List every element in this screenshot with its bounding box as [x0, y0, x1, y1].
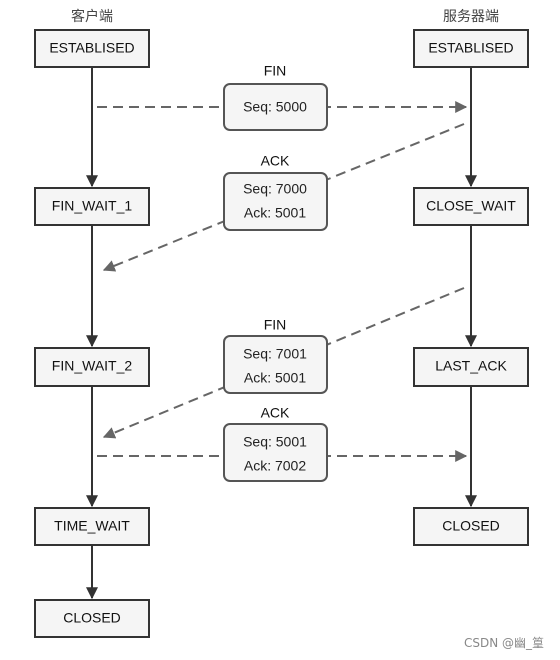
message-4-box: Seq: 5001 Ack: 7002: [223, 423, 328, 482]
svg-text:Ack: 7002: Ack: 7002: [244, 458, 306, 474]
svg-text:FIN_WAIT_1: FIN_WAIT_1: [52, 198, 133, 214]
message-3-box: Seq: 7001 Ack: 5001: [223, 335, 328, 394]
server-state-last-ack: LAST_ACK: [413, 347, 529, 387]
svg-text:CLOSED: CLOSED: [63, 610, 121, 626]
svg-text:FIN_WAIT_2: FIN_WAIT_2: [52, 358, 133, 374]
message-1-box: Seq: 5000: [223, 83, 328, 131]
svg-text:ESTABLISED: ESTABLISED: [428, 40, 513, 56]
svg-text:Ack: 5001: Ack: 5001: [244, 205, 306, 221]
server-state-established: ESTABLISED: [413, 29, 529, 68]
svg-text:Seq: 5001: Seq: 5001: [243, 434, 307, 450]
svg-text:CLOSED: CLOSED: [442, 518, 500, 534]
client-title: 客户端: [71, 8, 113, 25]
server-title: 服务器端: [443, 9, 499, 25]
message-1-type: FIN: [264, 63, 287, 79]
client-state-time-wait: TIME_WAIT: [34, 507, 150, 546]
client-state-established: ESTABLISED: [34, 29, 150, 68]
message-2-type: ACK: [261, 153, 290, 169]
client-state-fin-wait-1: FIN_WAIT_1: [34, 187, 150, 226]
watermark: CSDN @幽_篁: [464, 635, 544, 650]
svg-text:Seq: 5000: Seq: 5000: [243, 99, 307, 115]
message-4-type: ACK: [261, 405, 290, 421]
svg-text:ESTABLISED: ESTABLISED: [49, 40, 134, 56]
svg-text:Seq: 7001: Seq: 7001: [243, 346, 307, 362]
tcp-four-way-handshake-diagram: 客户端 服务器端 ESTABLISED FIN_WAIT_1 FIN_WAIT_…: [34, 8, 544, 650]
svg-text:CLOSE_WAIT: CLOSE_WAIT: [426, 198, 516, 214]
server-state-closed: CLOSED: [413, 507, 529, 546]
message-2-box: Seq: 7000 Ack: 5001: [223, 172, 328, 231]
svg-text:LAST_ACK: LAST_ACK: [435, 358, 507, 374]
svg-text:Ack: 5001: Ack: 5001: [244, 370, 306, 386]
svg-text:TIME_WAIT: TIME_WAIT: [54, 518, 130, 534]
client-state-closed: CLOSED: [34, 599, 150, 638]
server-state-close-wait: CLOSE_WAIT: [413, 187, 529, 226]
message-3-type: FIN: [264, 317, 287, 333]
client-state-fin-wait-2: FIN_WAIT_2: [34, 347, 150, 387]
svg-text:Seq: 7000: Seq: 7000: [243, 181, 307, 197]
